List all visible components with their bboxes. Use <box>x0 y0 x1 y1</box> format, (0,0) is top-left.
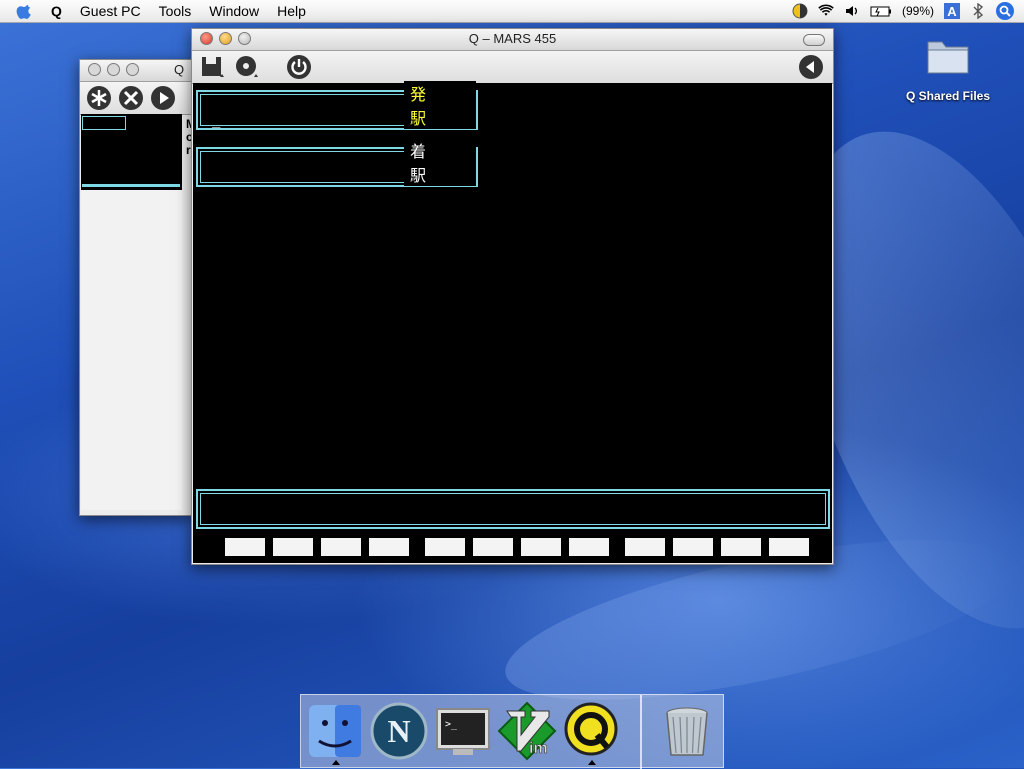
menu-tools[interactable]: Tools <box>150 0 201 22</box>
finder-icon <box>309 705 361 757</box>
arrival-station-label: 着 駅 <box>404 138 476 186</box>
window-title: Q – MARS 455 <box>468 31 557 46</box>
spotlight-icon[interactable] <box>996 2 1014 20</box>
shared-files-label: Q Shared Files <box>905 89 991 103</box>
vm-list-area <box>81 190 182 510</box>
departure-station-field[interactable]: 発 駅 _ <box>196 81 478 130</box>
svg-text:A: A <box>947 4 957 19</box>
dock-finder[interactable] <box>305 701 365 765</box>
shared-files-folder[interactable]: Q Shared Files <box>898 30 998 103</box>
svg-text:N: N <box>387 713 410 749</box>
function-key-4[interactable] <box>369 538 409 556</box>
svg-text:im: im <box>529 740 548 757</box>
asterisk-icon[interactable] <box>86 85 112 111</box>
wifi-icon[interactable] <box>818 3 834 19</box>
menu-window[interactable]: Window <box>200 0 268 22</box>
function-key-11[interactable] <box>721 538 761 556</box>
function-key-7[interactable] <box>521 538 561 556</box>
bluetooth-icon[interactable] <box>970 3 986 19</box>
function-key-12[interactable] <box>769 538 809 556</box>
apple-icon[interactable] <box>16 2 34 20</box>
function-key-2[interactable] <box>273 538 313 556</box>
vim-icon: im <box>497 701 557 761</box>
cdrom-icon[interactable] <box>234 54 260 80</box>
input-menu-icon[interactable]: A <box>944 3 960 19</box>
folder-icon <box>927 41 969 74</box>
trash-icon <box>666 707 708 756</box>
minimize-button[interactable] <box>107 63 120 76</box>
menu-bar: Q Guest PC Tools Window Help (99%) A <box>0 0 1024 23</box>
sync-icon[interactable] <box>792 3 808 19</box>
volume-icon[interactable] <box>844 3 860 19</box>
dock: N >_ im <box>300 694 724 769</box>
close-button[interactable] <box>88 63 101 76</box>
title-bar[interactable]: Q <box>80 60 192 82</box>
vm-thumbnail[interactable] <box>81 114 182 190</box>
dock-netscape[interactable]: N <box>369 701 429 761</box>
q-control-window: Q M c r <box>79 59 196 516</box>
toolbar <box>192 51 833 84</box>
function-key-8[interactable] <box>569 538 609 556</box>
function-key-10[interactable] <box>673 538 713 556</box>
zoom-button[interactable] <box>126 63 139 76</box>
departure-station-label: 発 駅 <box>404 81 476 129</box>
function-key-6[interactable] <box>473 538 513 556</box>
menu-help[interactable]: Help <box>268 0 315 22</box>
function-key-9[interactable] <box>625 538 665 556</box>
toolbar-toggle-button[interactable] <box>803 34 825 46</box>
menu-guest-pc[interactable]: Guest PC <box>71 0 150 22</box>
arrival-station-field[interactable]: 着 駅 <box>196 138 478 187</box>
toolbar <box>80 82 192 115</box>
back-icon[interactable] <box>798 54 824 80</box>
power-icon[interactable] <box>286 54 312 80</box>
message-line[interactable] <box>196 489 830 529</box>
title-bar[interactable]: Q – MARS 455 <box>192 29 833 51</box>
text-cursor: _ <box>212 112 221 128</box>
window-title: Q <box>174 62 185 77</box>
function-key-3[interactable] <box>321 538 361 556</box>
guest-pc-window: Q – MARS 455 発 駅 _ 着 駅 <box>191 28 834 565</box>
q-icon <box>564 702 618 756</box>
menu-extras: (99%) A <box>792 0 1024 22</box>
dock-q[interactable] <box>561 701 621 765</box>
play-icon[interactable] <box>150 85 176 111</box>
dock-terminal[interactable]: >_ <box>433 701 493 761</box>
vm-screen[interactable]: 発 駅 _ 着 駅 <box>193 81 832 563</box>
dock-separator <box>640 695 642 769</box>
floppy-icon[interactable] <box>200 54 226 80</box>
battery-percentage[interactable]: (99%) <box>902 4 934 18</box>
battery-icon[interactable] <box>870 3 892 19</box>
tools-icon[interactable] <box>118 85 144 111</box>
dock-vim[interactable]: im <box>497 701 557 761</box>
function-key-1[interactable] <box>225 538 265 556</box>
dock-trash[interactable] <box>657 701 717 761</box>
terminal-icon: >_ <box>436 708 490 755</box>
function-key-5[interactable] <box>425 538 465 556</box>
menu-app-q[interactable]: Q <box>42 0 71 22</box>
svg-text:>_: >_ <box>445 719 458 730</box>
netscape-icon: N <box>370 702 428 760</box>
